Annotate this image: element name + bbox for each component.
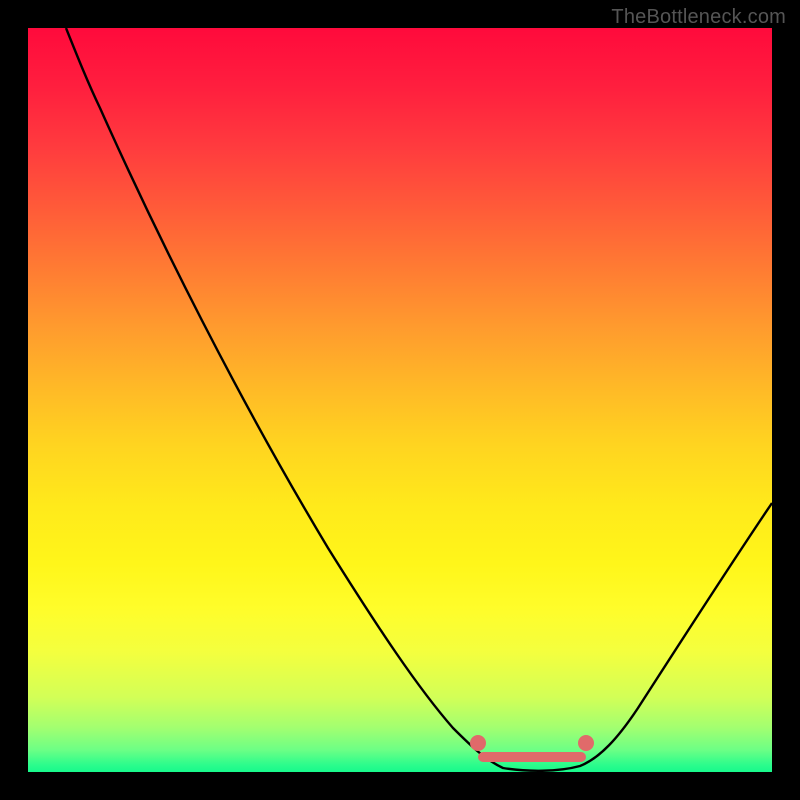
optimal-zone-marker bbox=[470, 735, 594, 762]
watermark-text: TheBottleneck.com bbox=[611, 6, 786, 29]
plot-area bbox=[28, 28, 772, 772]
bottleneck-curve-path bbox=[66, 28, 772, 771]
optimal-zone-start-dot bbox=[470, 735, 486, 751]
chart-container: TheBottleneck.com bbox=[0, 0, 800, 800]
curve-layer bbox=[28, 28, 772, 772]
optimal-zone-end-dot bbox=[578, 735, 594, 751]
optimal-zone-bar bbox=[478, 752, 586, 762]
